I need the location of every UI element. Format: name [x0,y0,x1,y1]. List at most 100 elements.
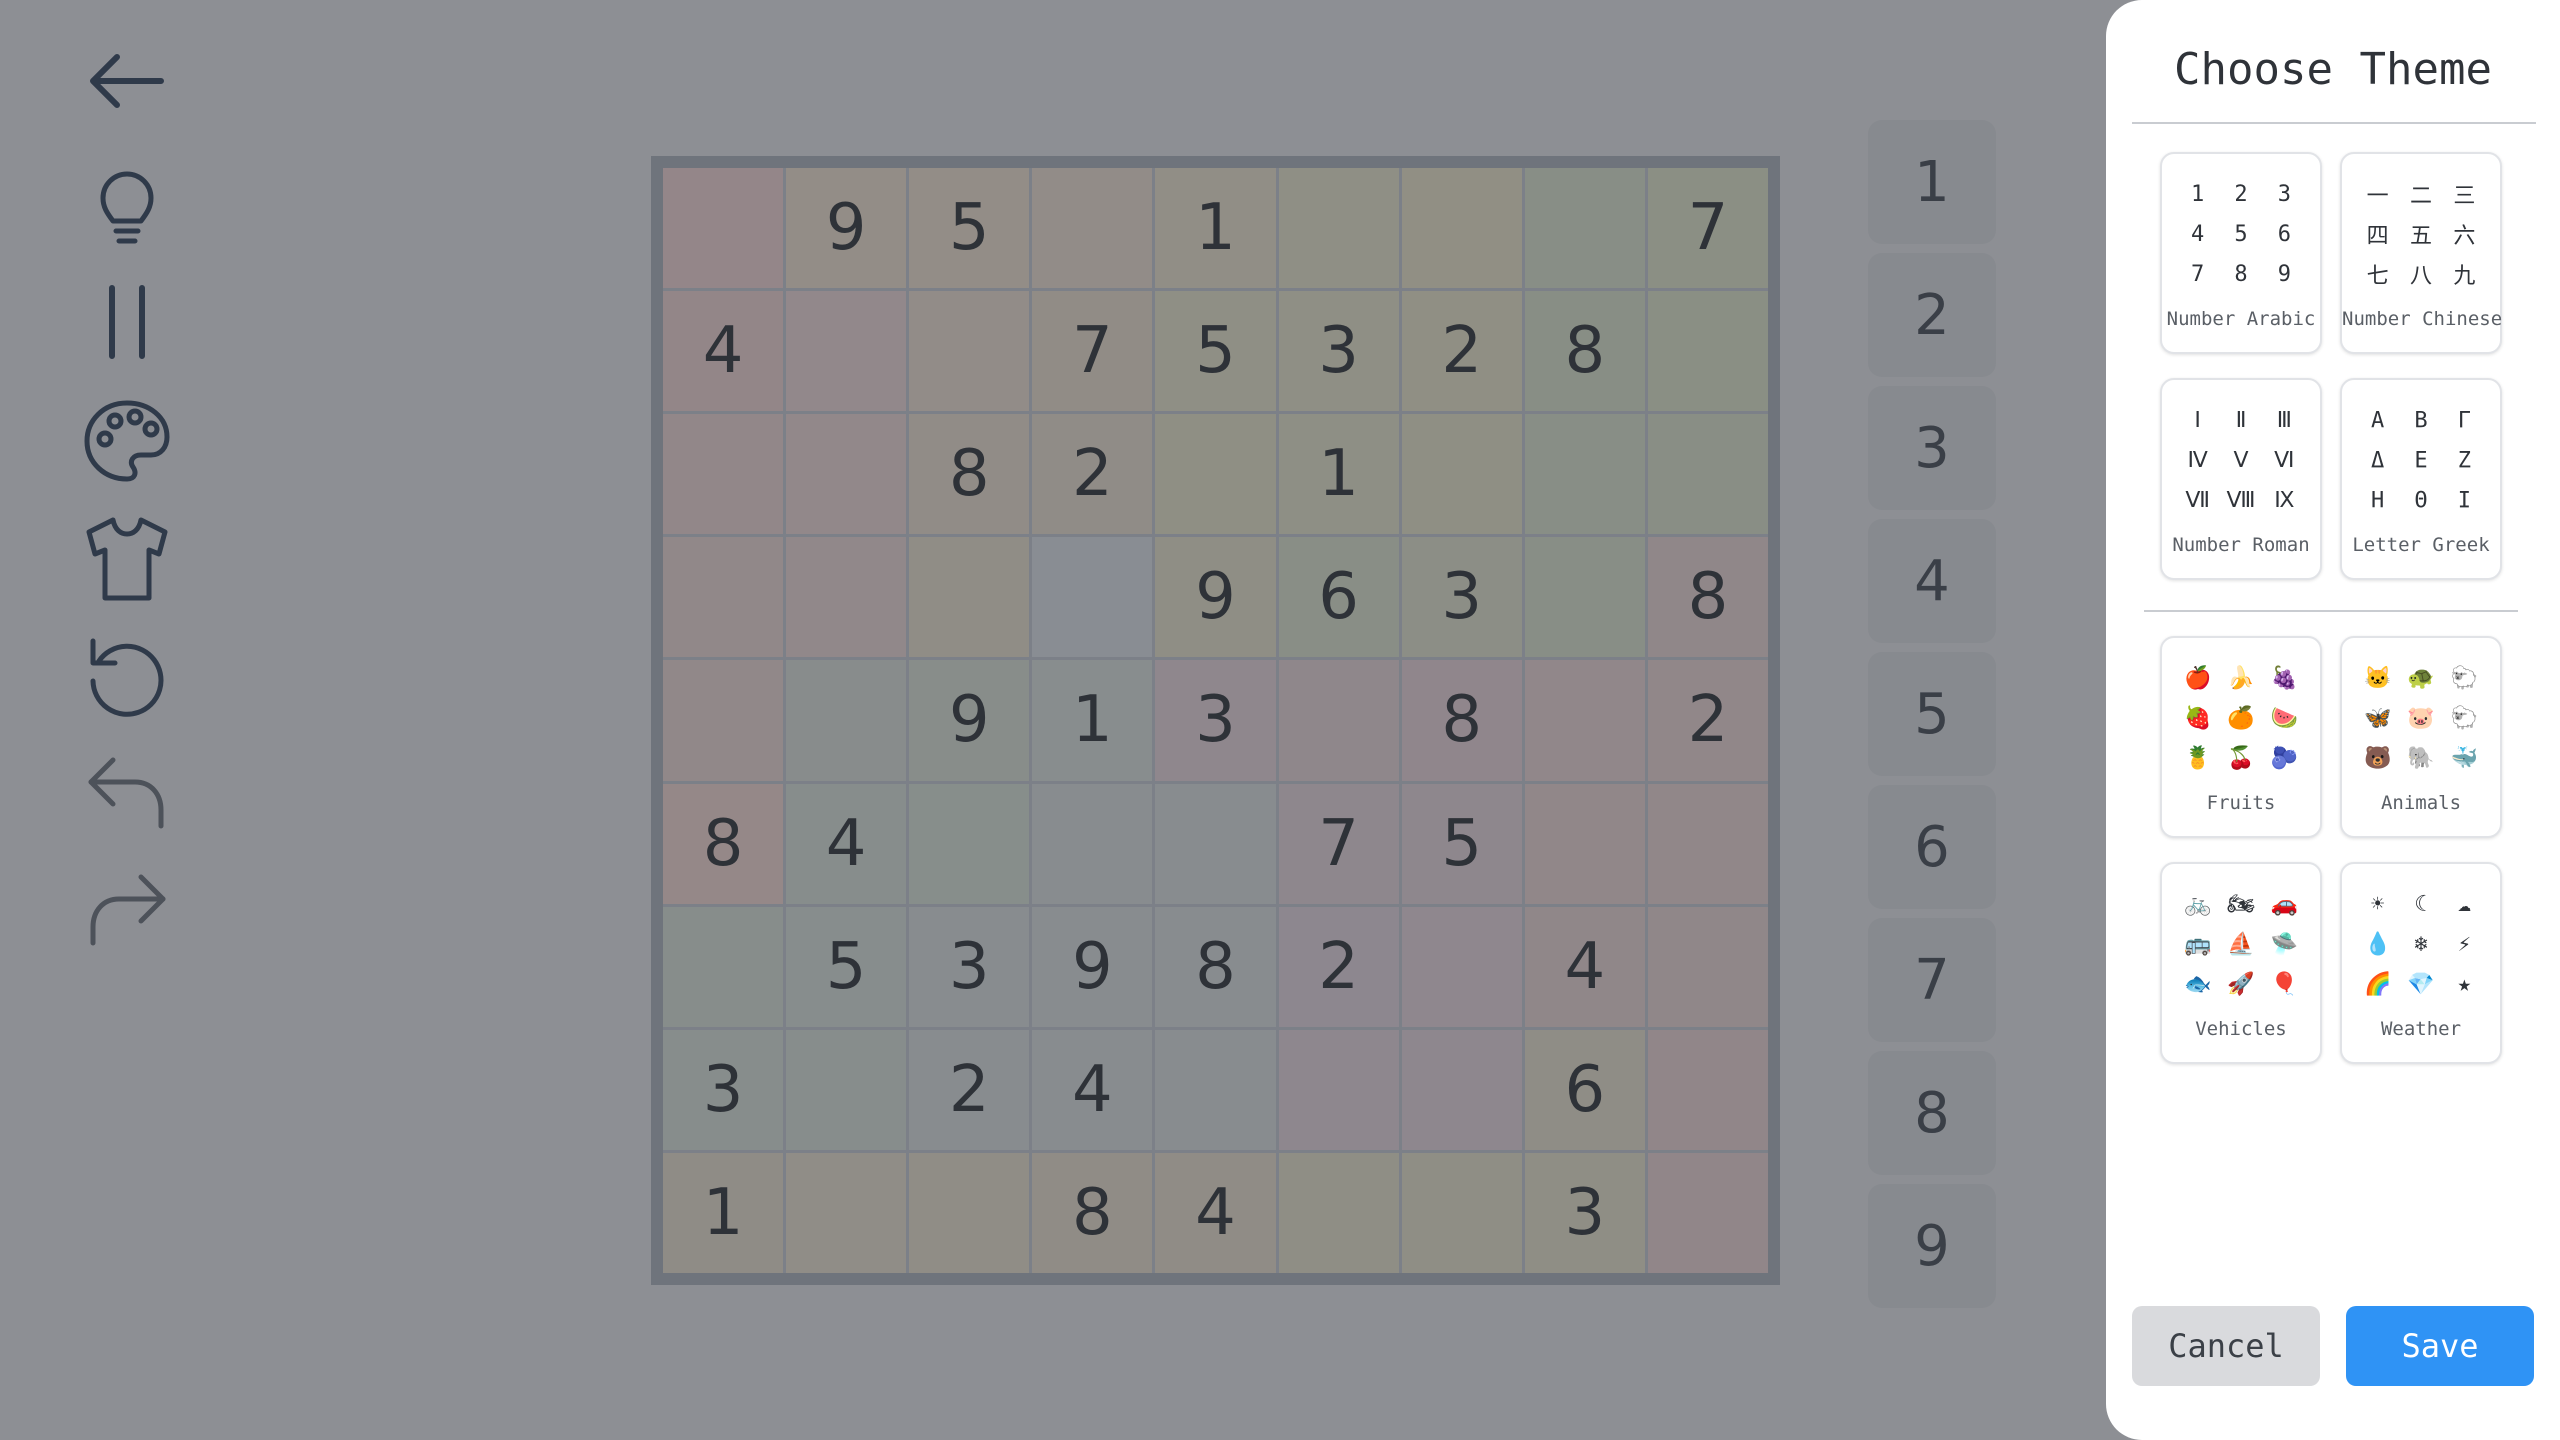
sudoku-cell[interactable] [1401,1029,1522,1150]
sudoku-cell[interactable] [1524,414,1645,535]
skin-button[interactable] [72,508,182,608]
sudoku-cell[interactable] [909,783,1030,904]
sudoku-cell[interactable] [786,537,907,658]
sudoku-cell[interactable] [663,906,784,1027]
sudoku-cell[interactable] [786,1152,907,1273]
sudoku-cell[interactable]: 4 [1524,906,1645,1027]
sudoku-cell[interactable] [909,291,1030,412]
theme-card[interactable]: 🚲 🏍 🚗 🚌 ⛵ 🛸 🐟 🚀 🎈 Vehicles [2160,862,2322,1064]
sudoku-cell[interactable] [663,414,784,535]
theme-card[interactable]: 1 2 3 4 5 6 7 8 9 Number Arabic [2160,152,2322,354]
sudoku-cell[interactable] [1155,783,1276,904]
sudoku-cell[interactable] [1032,168,1153,289]
number-key[interactable]: 6 [1868,785,1996,909]
sudoku-cell[interactable]: 3 [909,906,1030,1027]
sudoku-cell[interactable] [909,537,1030,658]
sudoku-cell[interactable] [1401,906,1522,1027]
sudoku-cell[interactable]: 2 [1032,414,1153,535]
sudoku-cell[interactable] [786,291,907,412]
sudoku-cell[interactable] [663,660,784,781]
sudoku-cell[interactable]: 2 [1401,291,1522,412]
sudoku-cell[interactable]: 9 [786,168,907,289]
number-key[interactable]: 8 [1868,1051,1996,1175]
cancel-button[interactable]: Cancel [2132,1306,2320,1386]
sudoku-cell[interactable]: 9 [1032,906,1153,1027]
sudoku-cell[interactable]: 8 [1647,537,1768,658]
sudoku-cell[interactable] [1647,906,1768,1027]
sudoku-cell[interactable]: 3 [1278,291,1399,412]
sudoku-cell[interactable] [1278,660,1399,781]
sudoku-cell[interactable] [786,1029,907,1150]
sudoku-cell[interactable]: 8 [1524,291,1645,412]
sudoku-cell[interactable]: 5 [909,168,1030,289]
sudoku-cell[interactable]: 4 [786,783,907,904]
sudoku-cell[interactable]: 3 [1155,660,1276,781]
sudoku-cell[interactable]: 4 [663,291,784,412]
sudoku-cell[interactable]: 9 [909,660,1030,781]
sudoku-cell[interactable] [1278,168,1399,289]
sudoku-cell[interactable] [1647,414,1768,535]
number-key[interactable]: 2 [1868,253,1996,377]
sudoku-cell[interactable] [1524,783,1645,904]
sudoku-cell[interactable]: 2 [909,1029,1030,1150]
sudoku-cell[interactable]: 8 [1155,906,1276,1027]
sudoku-cell[interactable]: 5 [786,906,907,1027]
pause-button[interactable] [72,274,182,374]
sudoku-cell[interactable] [1647,291,1768,412]
sudoku-cell[interactable]: 2 [1647,660,1768,781]
number-key[interactable]: 4 [1868,519,1996,643]
sudoku-cell[interactable] [1401,414,1522,535]
sudoku-cell[interactable]: 3 [663,1029,784,1150]
number-key[interactable]: 1 [1868,120,1996,244]
number-key[interactable]: 3 [1868,386,1996,510]
number-key[interactable]: 9 [1868,1184,1996,1308]
sudoku-cell[interactable] [1032,537,1153,658]
theme-card[interactable]: 一二三四五六七八九 Number Chinese [2340,152,2502,354]
theme-card[interactable]: Ⅰ Ⅱ Ⅲ Ⅳ Ⅴ Ⅵ Ⅶ Ⅷ Ⅸ Number Roman [2160,378,2322,580]
sudoku-cell[interactable] [1401,1152,1522,1273]
sudoku-cell[interactable] [1401,168,1522,289]
sudoku-cell[interactable]: 1 [1032,660,1153,781]
sudoku-cell[interactable]: 9 [1155,537,1276,658]
sudoku-cell[interactable] [786,414,907,535]
theme-card[interactable]: 🐱 🐢 🐑 🦋 🐷 🐑 🐻 🐘 🐳 Animals [2340,636,2502,838]
sudoku-cell[interactable]: 8 [1401,660,1522,781]
sudoku-cell[interactable]: 8 [909,414,1030,535]
sudoku-cell[interactable] [1647,1029,1768,1150]
sudoku-cell[interactable] [1524,168,1645,289]
save-button[interactable]: Save [2346,1306,2534,1386]
sudoku-cell[interactable]: 7 [1647,168,1768,289]
sudoku-cell[interactable] [786,660,907,781]
sudoku-cell[interactable] [1155,1029,1276,1150]
hint-button[interactable] [72,157,182,257]
sudoku-cell[interactable] [1524,660,1645,781]
redo-button[interactable] [72,859,182,959]
sudoku-cell[interactable]: 1 [663,1152,784,1273]
number-key[interactable]: 5 [1868,652,1996,776]
sudoku-cell[interactable] [1278,1152,1399,1273]
sudoku-cell[interactable]: 5 [1155,291,1276,412]
sudoku-cell[interactable] [1647,783,1768,904]
sudoku-cell[interactable] [909,1152,1030,1273]
sudoku-cell[interactable]: 4 [1032,1029,1153,1150]
undo-button[interactable] [72,742,182,842]
sudoku-cell[interactable]: 5 [1401,783,1522,904]
sudoku-cell[interactable] [1155,414,1276,535]
sudoku-cell[interactable]: 3 [1401,537,1522,658]
sudoku-cell[interactable] [663,168,784,289]
back-button[interactable] [72,40,182,140]
sudoku-cell[interactable] [1524,537,1645,658]
sudoku-cell[interactable]: 1 [1278,414,1399,535]
sudoku-cell[interactable]: 8 [1032,1152,1153,1273]
sudoku-cell[interactable]: 7 [1032,291,1153,412]
sudoku-cell[interactable]: 7 [1278,783,1399,904]
number-key[interactable]: 7 [1868,918,1996,1042]
sudoku-cell[interactable]: 2 [1278,906,1399,1027]
sudoku-cell[interactable]: 4 [1155,1152,1276,1273]
theme-button[interactable] [72,391,182,491]
sudoku-cell[interactable] [1647,1152,1768,1273]
sudoku-cell[interactable] [663,537,784,658]
sudoku-cell[interactable]: 6 [1278,537,1399,658]
sudoku-cell[interactable]: 6 [1524,1029,1645,1150]
sudoku-cell[interactable] [1032,783,1153,904]
